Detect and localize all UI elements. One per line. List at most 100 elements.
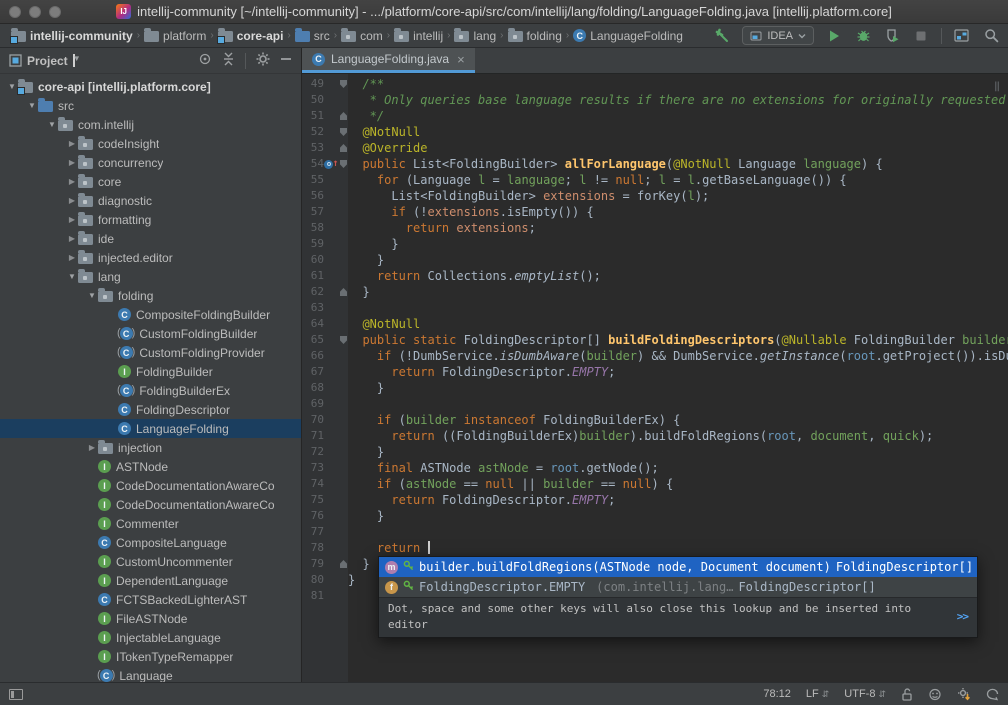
collapsed-arrow-icon[interactable]: ▶: [66, 139, 78, 148]
run-icon[interactable]: [825, 27, 843, 45]
inspection-indicator-icon[interactable]: ‖: [994, 79, 1001, 95]
tree-item-fileastnode[interactable]: I FileASTNode: [0, 609, 301, 628]
breadcrumb-item-com[interactable]: com: [338, 28, 386, 43]
code-line[interactable]: return extensions;: [348, 220, 1008, 236]
line-number[interactable]: 81: [302, 588, 324, 604]
code-line[interactable]: return FoldingDescriptor.EMPTY;: [348, 364, 1008, 380]
tree-item-core[interactable]: ▶ core: [0, 172, 301, 191]
encoding-select[interactable]: UTF-8 ⇵: [844, 688, 886, 700]
line-number[interactable]: 75: [302, 492, 324, 508]
line-number[interactable]: 80: [302, 572, 324, 588]
collapsed-arrow-icon[interactable]: ▶: [66, 177, 78, 186]
collapsed-arrow-icon[interactable]: ▶: [66, 253, 78, 262]
line-number[interactable]: 56: [302, 188, 324, 204]
fold-marker-icon[interactable]: [339, 80, 348, 88]
code-line[interactable]: for (Language l = language; l != null; l…: [348, 172, 1008, 188]
code-line[interactable]: * Only queries base language results if …: [348, 92, 1008, 108]
code-line[interactable]: }: [348, 252, 1008, 268]
breadcrumb-item-intellij[interactable]: intellij: [391, 28, 446, 43]
tree-item-injectablelanguage[interactable]: I InjectableLanguage: [0, 628, 301, 647]
line-number[interactable]: 60: [302, 252, 324, 268]
breadcrumb-item-folding[interactable]: folding: [505, 28, 565, 43]
update-gear-icon[interactable]: [957, 687, 971, 701]
tree-item-fctsbackedlighterast[interactable]: C FCTSBackedLighterAST: [0, 590, 301, 609]
code-line[interactable]: return: [348, 540, 1008, 556]
expanded-arrow-icon[interactable]: ▼: [86, 291, 98, 300]
tree-item-codeinsight[interactable]: ▶ codeInsight: [0, 134, 301, 153]
debug-icon[interactable]: [854, 27, 872, 45]
tree-item-diagnostic[interactable]: ▶ diagnostic: [0, 191, 301, 210]
tree-item-foldingdescriptor[interactable]: C FoldingDescriptor: [0, 400, 301, 419]
completion-item[interactable]: m builder.buildFoldRegions(ASTNode node, …: [379, 557, 977, 577]
line-number[interactable]: 50: [302, 92, 324, 108]
line-number[interactable]: 49: [302, 76, 324, 92]
line-number[interactable]: 66: [302, 348, 324, 364]
tree-item-astnode[interactable]: I ASTNode: [0, 457, 301, 476]
tree-item-ide[interactable]: ▶ ide: [0, 229, 301, 248]
breadcrumb-item-platform[interactable]: platform: [141, 28, 209, 43]
code-line[interactable]: if (!extensions.isEmpty()) {: [348, 204, 1008, 220]
tree-item-languagefolding[interactable]: C LanguageFolding: [0, 419, 301, 438]
tree-item-compositelanguage[interactable]: C CompositeLanguage: [0, 533, 301, 552]
caret-position[interactable]: 78:12: [763, 688, 791, 700]
minimize-window-button[interactable]: [29, 6, 41, 18]
line-number[interactable]: 62: [302, 284, 324, 300]
code-line[interactable]: [348, 396, 1008, 412]
code-line[interactable]: return Collections.emptyList();: [348, 268, 1008, 284]
fold-marker-icon[interactable]: [339, 288, 348, 296]
line-number[interactable]: 65: [302, 332, 324, 348]
completion-hint-link[interactable]: >>: [957, 609, 969, 625]
tree-item-injection[interactable]: ▶ injection: [0, 438, 301, 457]
locate-icon[interactable]: [198, 52, 212, 69]
line-number[interactable]: 72: [302, 444, 324, 460]
line-number[interactable]: 61: [302, 268, 324, 284]
tree-item-language[interactable]: (C) Language: [0, 666, 301, 682]
tree-item-src[interactable]: ▼ src: [0, 96, 301, 115]
code-line[interactable]: }: [348, 284, 1008, 300]
line-number[interactable]: 57: [302, 204, 324, 220]
code-line[interactable]: }: [348, 444, 1008, 460]
line-number[interactable]: 53: [302, 140, 324, 156]
fold-marker-icon[interactable]: [339, 560, 348, 568]
code-line[interactable]: final ASTNode astNode = root.getNode();: [348, 460, 1008, 476]
line-separator-select[interactable]: LF ⇵: [806, 688, 829, 700]
breadcrumb-item-languagefolding[interactable]: C LanguageFolding: [570, 29, 686, 43]
collapse-all-icon[interactable]: [222, 52, 235, 69]
tree-item-foldingbuilderex[interactable]: (C) FoldingBuilderEx: [0, 381, 301, 400]
tree-item-dependentlanguage[interactable]: I DependentLanguage: [0, 571, 301, 590]
code-line[interactable]: }: [348, 236, 1008, 252]
overriding-method-icon[interactable]: o ↑: [324, 156, 339, 172]
code-line[interactable]: @NotNull: [348, 124, 1008, 140]
line-number[interactable]: 68: [302, 380, 324, 396]
line-number[interactable]: 77: [302, 524, 324, 540]
run-configuration-select[interactable]: IDEA: [742, 26, 814, 45]
line-number[interactable]: 54: [302, 156, 324, 172]
tree-item-customfoldingprovider[interactable]: (C) CustomFoldingProvider: [0, 343, 301, 362]
event-log-icon[interactable]: [986, 688, 999, 701]
tree-item-folding[interactable]: ▼ folding: [0, 286, 301, 305]
tree-item-core-api[interactable]: ▼ core-api [intellij.platform.core]: [0, 77, 301, 96]
lock-open-icon[interactable]: [901, 687, 913, 701]
code-line[interactable]: @Override: [348, 140, 1008, 156]
code-line[interactable]: return ((FoldingBuilderEx)builder).build…: [348, 428, 1008, 444]
build-hammer-icon[interactable]: [713, 27, 731, 45]
fold-marker-icon[interactable]: [339, 160, 348, 168]
code-line[interactable]: }: [348, 508, 1008, 524]
breadcrumb-item-src[interactable]: src: [292, 28, 333, 43]
tree-item-concurrency[interactable]: ▶ concurrency: [0, 153, 301, 172]
line-number[interactable]: 71: [302, 428, 324, 444]
tree-item-codedocumentationawareco[interactable]: I CodeDocumentationAwareCo: [0, 476, 301, 495]
close-window-button[interactable]: [9, 6, 21, 18]
code-line[interactable]: @NotNull: [348, 316, 1008, 332]
line-number[interactable]: 79: [302, 556, 324, 572]
collapsed-arrow-icon[interactable]: ▶: [66, 234, 78, 243]
close-tab-icon[interactable]: ×: [457, 53, 465, 66]
tree-item-foldingbuilder[interactable]: I FoldingBuilder: [0, 362, 301, 381]
run-with-coverage-icon[interactable]: [883, 27, 901, 45]
expanded-arrow-icon[interactable]: ▼: [26, 101, 38, 110]
settings-gear-icon[interactable]: [256, 52, 270, 69]
line-number[interactable]: 70: [302, 412, 324, 428]
line-number[interactable]: 58: [302, 220, 324, 236]
line-number[interactable]: 67: [302, 364, 324, 380]
breadcrumb-item-core-api[interactable]: core-api: [215, 28, 287, 44]
